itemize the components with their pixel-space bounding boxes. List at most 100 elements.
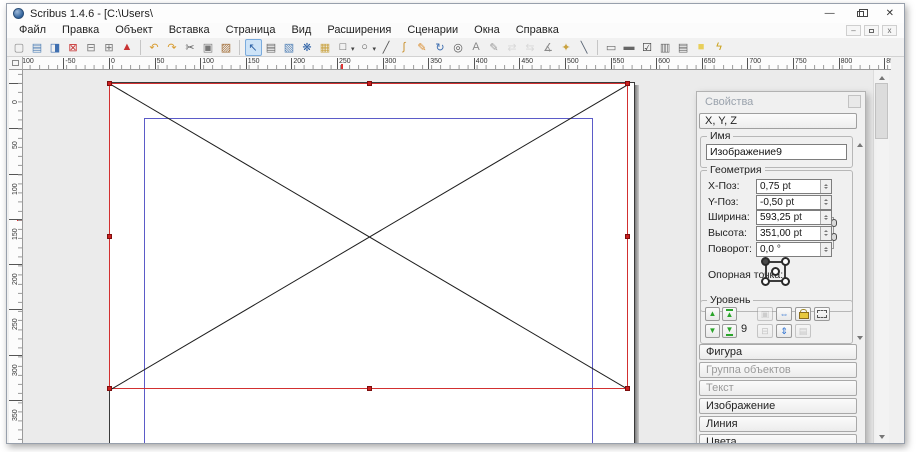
vertical-scrollbar[interactable]: [873, 70, 889, 444]
basepoint-bottom-right[interactable]: [781, 277, 790, 286]
undo-icon[interactable]: ↶: [146, 39, 163, 56]
rotation-spinner[interactable]: [820, 243, 831, 256]
flip-vertical-icon[interactable]: ⇕: [776, 324, 792, 338]
horizontal-ruler[interactable]: -100-50050100150200250300350400450500550…: [9, 57, 891, 70]
x-pos-input[interactable]: 0,75pt: [756, 179, 832, 194]
zoom-icon[interactable]: ◎: [450, 39, 467, 56]
pdf-link-annotation-icon[interactable]: ϟ: [711, 39, 728, 56]
mdi-close-button[interactable]: x: [882, 25, 897, 36]
section-Линия[interactable]: Линия: [699, 416, 857, 432]
minimize-button[interactable]: —: [825, 4, 835, 23]
palette-close-button[interactable]: [848, 95, 861, 108]
tab-xyz[interactable]: X, Y, Z: [699, 113, 857, 129]
close-document-icon[interactable]: ⊠: [65, 39, 82, 56]
basepoint-top-left[interactable]: [761, 257, 770, 266]
raise-button[interactable]: ▲: [705, 307, 720, 321]
resize-handle-bottom-left[interactable]: [107, 386, 112, 391]
close-button[interactable]: ✕: [886, 4, 894, 23]
paste-icon[interactable]: ▨: [218, 39, 235, 56]
insert-line-icon[interactable]: ╱: [378, 39, 395, 56]
height-spinner[interactable]: [820, 227, 831, 240]
eye-dropper-icon[interactable]: ╲: [576, 39, 593, 56]
basepoint-widget[interactable]: [761, 257, 791, 287]
resize-handle-top-left[interactable]: [107, 81, 112, 86]
section-Изображение[interactable]: Изображение: [699, 398, 857, 414]
story-editor-icon[interactable]: ✎: [486, 39, 503, 56]
basepoint-top-right[interactable]: [781, 257, 790, 266]
print-object-icon[interactable]: ⊟: [757, 324, 773, 338]
lock-size-icon[interactable]: [814, 307, 830, 321]
raise-to-top-button[interactable]: ▲: [722, 307, 737, 321]
resize-handle-middle-left[interactable]: [107, 234, 112, 239]
basepoint-bottom-left[interactable]: [761, 277, 770, 286]
copy-properties-icon[interactable]: ✦: [558, 39, 575, 56]
insert-render-frame-icon[interactable]: ❋: [299, 39, 316, 56]
width-spinner[interactable]: [820, 211, 831, 224]
scroll-up-icon[interactable]: [874, 70, 889, 82]
rotation-input[interactable]: 0,0°: [756, 242, 832, 257]
pdf-list-box-icon[interactable]: ▤: [675, 39, 692, 56]
pdf-text-annotation-icon[interactable]: ■: [693, 39, 710, 56]
menu-item-Объект[interactable]: Объект: [107, 23, 160, 38]
select-item-icon[interactable]: ↖: [245, 39, 262, 56]
cut-icon[interactable]: ✂: [182, 39, 199, 56]
section-Фигура[interactable]: Фигура: [699, 344, 857, 360]
vertical-ruler[interactable]: 050100150200250300350: [9, 70, 23, 444]
rotate-item-icon[interactable]: ↻: [432, 39, 449, 56]
palette-scroll-down-icon[interactable]: [855, 334, 865, 344]
title-bar[interactable]: Scribus 1.4.6 - [C:\Users\ — ✕: [7, 4, 904, 23]
y-pos-input[interactable]: -0,50pt: [756, 195, 832, 210]
insert-polygon-icon[interactable]: ○: [356, 39, 373, 56]
y-pos-spinner[interactable]: [820, 196, 831, 209]
save-as-pdf-icon[interactable]: ▲: [119, 39, 136, 56]
palette-scroll-up-icon[interactable]: [855, 138, 865, 148]
copy-icon[interactable]: ▣: [200, 39, 217, 56]
menu-item-Окна[interactable]: Окна: [466, 23, 508, 38]
enable-printing-icon[interactable]: ▣: [757, 307, 773, 321]
ruler-origin-icon[interactable]: [9, 57, 23, 70]
object-name-input[interactable]: Изображение9: [706, 144, 847, 160]
restore-button[interactable]: [857, 11, 864, 17]
pdf-text-field-icon[interactable]: ▬: [621, 39, 638, 56]
pdf-combo-box-icon[interactable]: ▥: [657, 39, 674, 56]
height-input[interactable]: 351,00pt: [756, 226, 832, 241]
menu-item-Вставка[interactable]: Вставка: [161, 23, 218, 38]
scroll-down-icon[interactable]: [874, 432, 889, 444]
menu-item-Справка[interactable]: Справка: [508, 23, 567, 38]
menu-item-Страница[interactable]: Страница: [218, 23, 284, 38]
insert-shape-dropdown-icon[interactable]: ▾: [351, 45, 355, 53]
open-document-icon[interactable]: ▤: [29, 39, 46, 56]
insert-text-frame-icon[interactable]: ▤: [263, 39, 280, 56]
menu-item-Расширения[interactable]: Расширения: [319, 23, 399, 38]
insert-freehand-icon[interactable]: ✎: [414, 39, 431, 56]
print-document-icon[interactable]: ⊟: [83, 39, 100, 56]
section-Цвета[interactable]: Цвета: [699, 434, 857, 444]
insert-shape-icon[interactable]: □: [335, 39, 352, 56]
menu-item-Вид[interactable]: Вид: [283, 23, 319, 38]
resize-handle-bottom-middle[interactable]: [367, 386, 372, 391]
redo-icon[interactable]: ↷: [164, 39, 181, 56]
mdi-restore-button[interactable]: [864, 25, 879, 36]
pdf-push-button-icon[interactable]: ▭: [603, 39, 620, 56]
save-document-icon[interactable]: ◨: [47, 39, 64, 56]
insert-table-icon[interactable]: ▦: [317, 39, 334, 56]
resize-handle-middle-right[interactable]: [625, 234, 630, 239]
insert-polygon-dropdown-icon[interactable]: ▾: [373, 45, 377, 53]
x-pos-spinner[interactable]: [820, 180, 831, 193]
menu-item-Правка[interactable]: Правка: [54, 23, 107, 38]
new-document-icon[interactable]: ▢: [11, 39, 28, 56]
menu-item-Сценарии[interactable]: Сценарии: [399, 23, 466, 38]
lock-object-icon[interactable]: [795, 307, 811, 321]
resize-handle-top-middle[interactable]: [367, 81, 372, 86]
lower-button[interactable]: ▼: [705, 324, 720, 338]
width-input[interactable]: 593,25pt: [756, 210, 832, 225]
resize-handle-bottom-right[interactable]: [625, 386, 630, 391]
selected-image-frame[interactable]: [109, 83, 628, 389]
mdi-minimize-button[interactable]: –: [846, 25, 861, 36]
menu-item-Файл[interactable]: Файл: [11, 23, 54, 38]
insert-image-frame-icon[interactable]: ▧: [281, 39, 298, 56]
pdf-checkbox-icon[interactable]: ☑: [639, 39, 656, 56]
resize-handle-top-right[interactable]: [625, 81, 630, 86]
edit-contents-icon[interactable]: A: [468, 39, 485, 56]
lower-to-bottom-button[interactable]: ▼: [722, 324, 737, 338]
